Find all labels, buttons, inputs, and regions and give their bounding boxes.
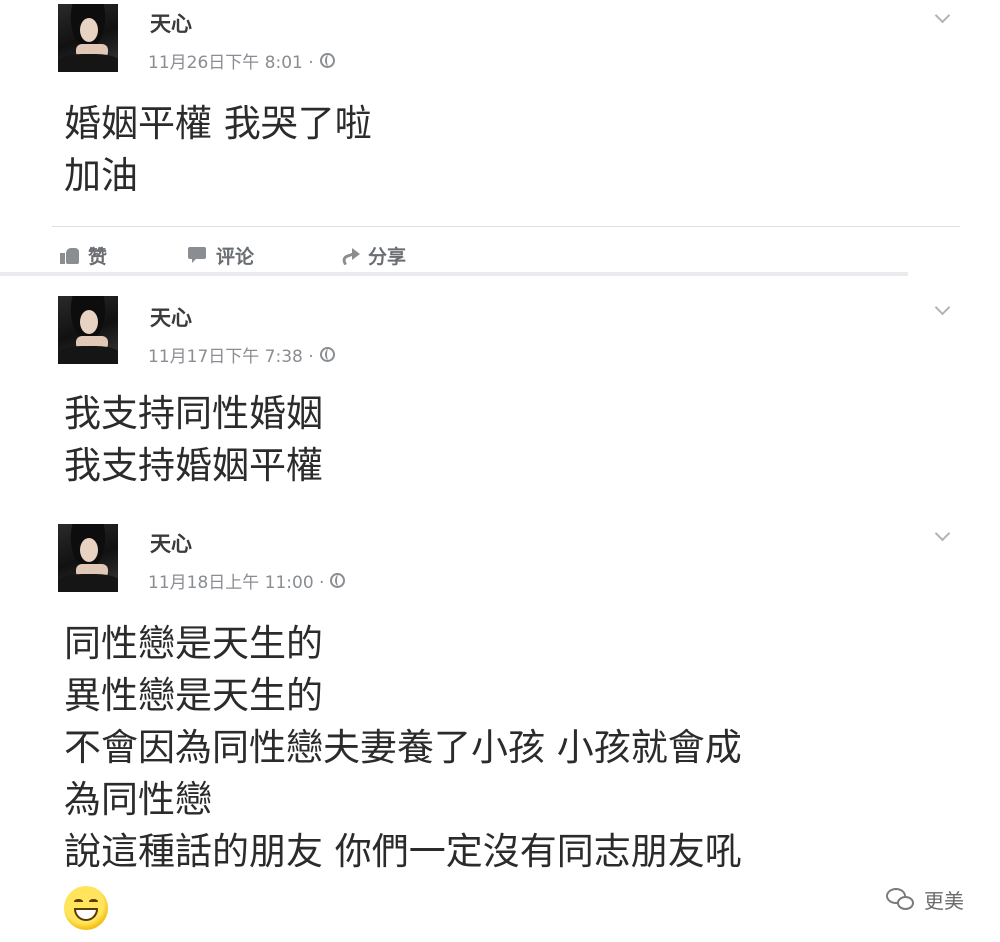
author-avatar[interactable] [58, 524, 118, 592]
post-separator [0, 272, 908, 276]
post-timestamp[interactable]: 11月26日下午 8:01 · [148, 48, 335, 73]
thumbs-up-icon [60, 246, 80, 264]
chevron-down-icon[interactable] [934, 528, 950, 544]
post-line: 為同性戀 [64, 778, 212, 821]
post-line: 同性戀是天生的 [64, 622, 323, 665]
like-button[interactable]: 赞 [60, 242, 107, 269]
post-line: 異性戀是天生的 [64, 674, 323, 717]
divider [52, 226, 960, 227]
comment-icon [188, 246, 208, 264]
post-3: 天心 11月18日上午 11:00 · 同性戀是天生的 異性戀是天生的 不會因為… [52, 514, 960, 942]
globe-icon [319, 53, 335, 68]
share-arrow-icon [340, 246, 360, 264]
watermark-text: 更美 [924, 889, 964, 913]
wechat-icon [886, 887, 916, 912]
comment-label: 评论 [216, 245, 255, 268]
post-line: 我支持同性婚姻 [64, 392, 323, 435]
like-label: 赞 [88, 245, 108, 268]
post-line: 婚姻平權 我哭了啦 [64, 102, 372, 145]
post-line: 加油 [64, 154, 138, 197]
watermark: 更美 [886, 885, 964, 914]
post-line: 我支持婚姻平權 [64, 444, 323, 487]
comment-button[interactable]: 评论 [188, 242, 254, 269]
post-line: 說這種話的朋友 你們一定沒有同志朋友吼 [64, 830, 742, 873]
grinning-face-emoji [64, 886, 108, 930]
author-name[interactable]: 天心 [150, 8, 192, 38]
timestamp-text[interactable]: 11月17日下午 7:38 · [148, 342, 314, 367]
timestamp-text[interactable]: 11月18日上午 11:00 · [148, 568, 324, 593]
author-avatar[interactable] [58, 4, 118, 72]
share-label: 分享 [368, 245, 407, 268]
post-body: 婚姻平權 我哭了啦 加油 [64, 98, 372, 202]
chevron-down-icon[interactable] [934, 10, 950, 26]
author-avatar[interactable] [58, 296, 118, 364]
share-button[interactable]: 分享 [340, 242, 406, 269]
post-timestamp[interactable]: 11月18日上午 11:00 · [148, 568, 346, 593]
chevron-down-icon[interactable] [934, 302, 950, 318]
post-line: 不會因為同性戀夫妻養了小孩 小孩就會成 [64, 726, 742, 769]
post-2: 天心 11月17日下午 7:38 · 我支持同性婚姻 我支持婚姻平權 [52, 284, 960, 502]
post-actions: 赞 评论 分享 [52, 238, 960, 272]
author-name[interactable]: 天心 [150, 302, 192, 332]
globe-icon [319, 347, 335, 362]
post-1: 天心 11月26日下午 8:01 · 婚姻平權 我哭了啦 加油 赞 评论 分享 [52, 0, 960, 272]
author-name[interactable]: 天心 [150, 528, 192, 558]
post-body: 我支持同性婚姻 我支持婚姻平權 [64, 388, 323, 492]
globe-icon [330, 573, 346, 588]
post-timestamp[interactable]: 11月17日下午 7:38 · [148, 342, 335, 367]
timestamp-text[interactable]: 11月26日下午 8:01 · [148, 48, 314, 73]
post-body: 同性戀是天生的 異性戀是天生的 不會因為同性戀夫妻養了小孩 小孩就會成 為同性戀… [64, 618, 742, 878]
